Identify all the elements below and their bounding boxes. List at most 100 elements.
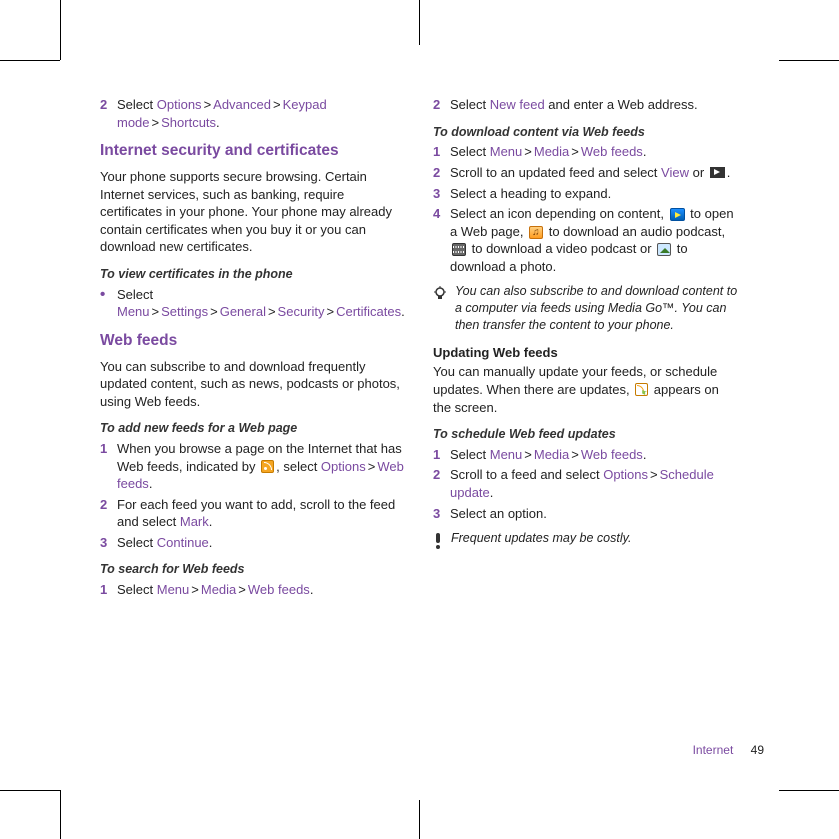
section-name: Internet [693,743,734,757]
ui-term: Media [201,582,236,597]
section-heading: Internet security and certificates [100,141,407,162]
sub-heading: To download content via Web feeds [433,124,740,141]
text: > [204,97,212,112]
text: . [401,304,405,319]
list-item: Select Menu>Settings>General>Security>Ce… [100,286,407,321]
left-column: 2 Select Options>Advanced>Keypad mode>Sh… [100,96,407,602]
text: > [571,447,579,462]
photo-icon [657,243,671,256]
lightbulb-icon [433,286,447,302]
text: Select [117,287,153,302]
ui-term: Menu [117,304,150,319]
text: Select a heading to expand. [450,186,611,201]
text: > [524,144,532,159]
text: > [571,144,579,159]
right-column: 2 Select New feed and enter a Web addres… [433,96,740,602]
sub-heading: To view certificates in the phone [100,266,407,283]
text: > [238,582,246,597]
ui-term: Mark [180,514,209,529]
list-item: 1 Select Menu>Media>Web feeds. [100,581,407,599]
text: > [210,304,218,319]
tip-note: You can also subscribe to and download c… [433,283,740,334]
text: > [327,304,335,319]
list-item: 1 Select Menu>Media>Web feeds. [433,446,740,464]
ui-term: Options [603,467,648,482]
text: For each feed you want to add, scroll to… [117,497,395,530]
page-number: 49 [751,743,764,757]
text: and enter a Web address. [545,97,698,112]
text: or [689,165,708,180]
section-heading: Web feeds [100,331,407,352]
step-number: 1 [433,143,440,161]
text: Select [117,582,157,597]
list-item: 1 When you browse a page on the Internet… [100,440,407,493]
exclamation-icon [433,533,443,549]
text: > [650,467,658,482]
list-item: 2 Scroll to a feed and select Options>Sc… [433,466,740,501]
ui-term: Advanced [213,97,271,112]
step-number: 3 [100,534,107,552]
step-number: 1 [100,440,107,458]
ui-term: New feed [490,97,545,112]
step-number: 2 [100,96,107,114]
ui-term: Menu [490,144,523,159]
text: > [273,97,281,112]
rss-update-icon [635,383,648,396]
text: . [216,115,220,130]
list-item: 2 Select New feed and enter a Web addres… [433,96,740,114]
text: . [209,535,213,550]
text: . [209,514,213,529]
paragraph: Your phone supports secure browsing. Cer… [100,168,407,256]
list-item: 3 Select an option. [433,505,740,523]
text: Select [450,447,490,462]
step-number: 1 [100,581,107,599]
text: . [490,485,494,500]
text: > [268,304,276,319]
manual-page: 2 Select Options>Advanced>Keypad mode>Sh… [100,96,780,776]
play-icon [710,167,725,178]
sub-heading: Updating Web feeds [433,344,740,362]
step-number: 3 [433,185,440,203]
text: Select an icon depending on content, [450,206,668,221]
step-number: 2 [433,164,440,182]
text: . [643,144,647,159]
text: . [310,582,314,597]
text: > [152,115,160,130]
paragraph: You can manually update your feeds, or s… [433,363,740,416]
text: > [191,582,199,597]
ui-term: Media [534,144,569,159]
page-footer: Internet 49 [693,742,764,758]
list-item: 2 Scroll to an updated feed and select V… [433,164,740,182]
step-number: 1 [433,446,440,464]
ui-term: Security [278,304,325,319]
ui-term: Certificates [336,304,401,319]
list-item: 3 Select Continue. [100,534,407,552]
ui-term: Web feeds [248,582,310,597]
list-item: 1 Select Menu>Media>Web feeds. [433,143,740,161]
ui-term: Media [534,447,569,462]
step-number: 2 [433,466,440,484]
ui-term: Settings [161,304,208,319]
text: . [727,165,731,180]
ui-term: General [220,304,266,319]
text: . [643,447,647,462]
text: Scroll to an updated feed and select [450,165,661,180]
tip-text: You can also subscribe to and download c… [455,283,740,334]
list-item: 2 Select Options>Advanced>Keypad mode>Sh… [100,96,407,131]
sub-heading: To search for Web feeds [100,561,407,578]
text: Select [450,144,490,159]
ui-term: Web feeds [581,447,643,462]
text: . [149,476,153,491]
paragraph: You can subscribe to and download freque… [100,358,407,411]
list-item: 2 For each feed you want to add, scroll … [100,496,407,531]
text: Select [117,535,157,550]
ui-term: Options [321,459,366,474]
step-number: 3 [433,505,440,523]
text: Select [450,97,490,112]
film-icon [452,243,466,256]
ui-term: Menu [490,447,523,462]
ui-term: Continue [157,535,209,550]
web-arrow-icon [670,208,685,221]
ui-term: Shortcuts [161,115,216,130]
text: > [152,304,160,319]
